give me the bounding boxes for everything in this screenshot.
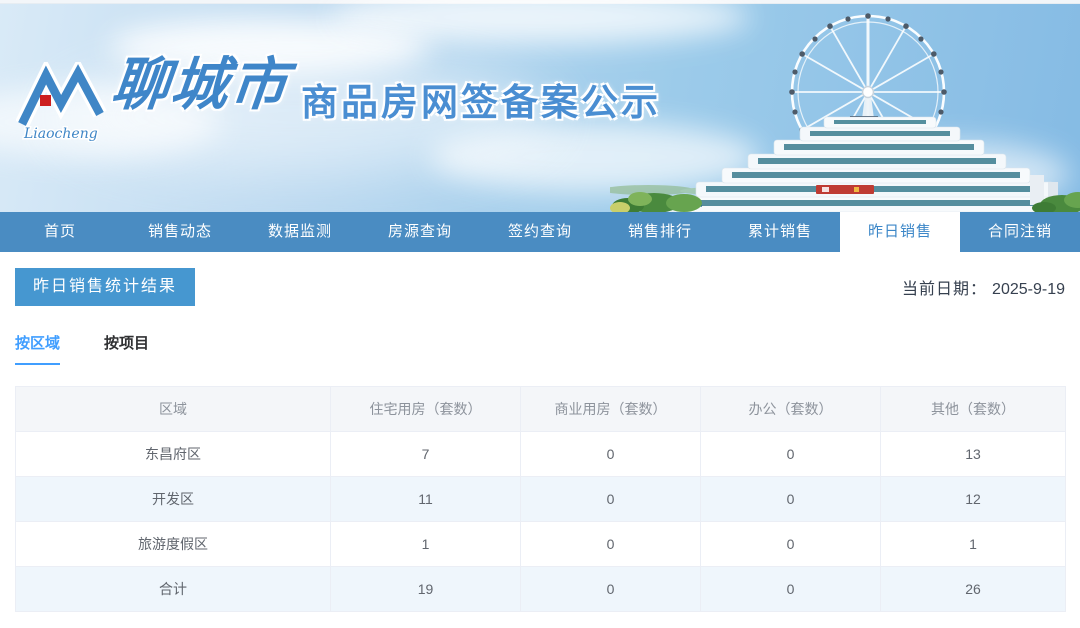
table-cell: 26 xyxy=(880,566,1066,612)
table-row: 合计 19 0 0 26 xyxy=(15,566,1066,612)
current-date-value: 2025-9-19 xyxy=(992,281,1065,298)
table-cell: 0 xyxy=(520,476,701,522)
nav-item-sales-dynamics[interactable]: 销售动态 xyxy=(120,212,240,252)
table-row: 旅游度假区 1 0 0 1 xyxy=(15,521,1066,567)
table-header-cell: 区域 xyxy=(15,386,331,432)
table-row: 开发区 11 0 0 12 xyxy=(15,476,1066,522)
main-content: 昨日销售统计结果 当前日期： 2025-9-19 按区域 按项目 区域 住宅用房（套数… xyxy=(0,268,1080,612)
nav-item-signing-query[interactable]: 签约查询 xyxy=(480,212,600,252)
current-date: 当前日期： 2025-9-19 xyxy=(902,275,1065,299)
table-body: 东昌府区 7 0 0 13 开发区 11 0 0 12 旅游度假区 1 0 0 1 合计 19 0 0 26 xyxy=(15,431,1066,612)
table-cell: 7 xyxy=(330,431,521,477)
banner-title: 商品房网签备案公示 xyxy=(301,82,661,123)
table-cell: 12 xyxy=(880,476,1066,522)
tab-by-project[interactable]: 按项目 xyxy=(104,332,149,365)
nav-item-data-monitoring[interactable]: 数据监测 xyxy=(240,212,360,252)
table-row: 东昌府区 7 0 0 13 xyxy=(15,431,1066,477)
table-cell: 0 xyxy=(700,566,881,612)
table-cell: 0 xyxy=(520,431,701,477)
liaocheng-logo-icon: Liaocheng xyxy=(16,62,107,142)
nav-item-cumulative-sales[interactable]: 累计销售 xyxy=(720,212,840,252)
brand: Liaocheng 聊城市 商品房网签备案公示 xyxy=(16,51,661,142)
logo-city-name: 聊城市 xyxy=(108,51,293,118)
table-cell: 1 xyxy=(880,521,1066,567)
banner-sky: Liaocheng 聊城市 商品房网签备案公示 xyxy=(0,0,1080,212)
sales-table: 区域 住宅用房（套数） 商业用房（套数） 办公（套数） 其他（套数） 东昌府区 7 0 0 13… xyxy=(15,386,1066,612)
table-cell: 合计 xyxy=(15,566,331,612)
current-date-label: 当前日期： xyxy=(902,281,988,298)
tab-by-region[interactable]: 按区域 xyxy=(15,332,61,365)
table-cell: 东昌府区 xyxy=(15,431,331,477)
section-title: 昨日销售统计结果 xyxy=(15,268,196,306)
table-cell: 0 xyxy=(700,476,881,522)
nav-item-housing-query[interactable]: 房源查询 xyxy=(360,212,480,252)
table-cell: 13 xyxy=(880,431,1066,477)
table-cell: 0 xyxy=(520,521,701,567)
table-header-cell: 住宅用房（套数） xyxy=(330,386,521,432)
table-cell: 11 xyxy=(330,476,521,522)
table-cell: 开发区 xyxy=(15,476,331,522)
table-header-row: 区域 住宅用房（套数） 商业用房（套数） 办公（套数） 其他（套数） xyxy=(15,386,1066,432)
table-header-cell: 商业用房（套数） xyxy=(520,386,701,432)
table-header-cell: 办公（套数） xyxy=(700,386,881,432)
ferris-wheel-building-illustration xyxy=(610,13,1080,212)
nav-item-home[interactable]: 首页 xyxy=(0,212,120,252)
section-header: 昨日销售统计结果 当前日期： 2025-9-19 xyxy=(15,268,1065,306)
table-cell: 0 xyxy=(700,521,881,567)
table-cell: 旅游度假区 xyxy=(15,521,331,567)
logo-latin-text: Liaocheng xyxy=(23,126,98,142)
table-header-cell: 其他（套数） xyxy=(880,386,1066,432)
table-cell: 19 xyxy=(330,566,521,612)
view-tabs: 按区域 按项目 xyxy=(15,332,1065,365)
nav-item-contract-cancellation[interactable]: 合同注销 xyxy=(960,212,1080,252)
table-cell: 0 xyxy=(520,566,701,612)
nav-item-sales-ranking[interactable]: 销售排行 xyxy=(600,212,720,252)
table-cell: 1 xyxy=(330,521,521,567)
site-banner: Liaocheng 聊城市 商品房网签备案公示 xyxy=(0,0,1080,212)
nav-item-yesterday-sales[interactable]: 昨日销售 xyxy=(840,212,960,256)
table-cell: 0 xyxy=(700,431,881,477)
page: Liaocheng 聊城市 商品房网签备案公示 首页 销售动态 数据监测 房源查询 签约… xyxy=(0,0,1080,628)
main-nav: 首页 销售动态 数据监测 房源查询 签约查询 销售排行 累计销售 昨日销售 合同注销 xyxy=(0,212,1080,256)
